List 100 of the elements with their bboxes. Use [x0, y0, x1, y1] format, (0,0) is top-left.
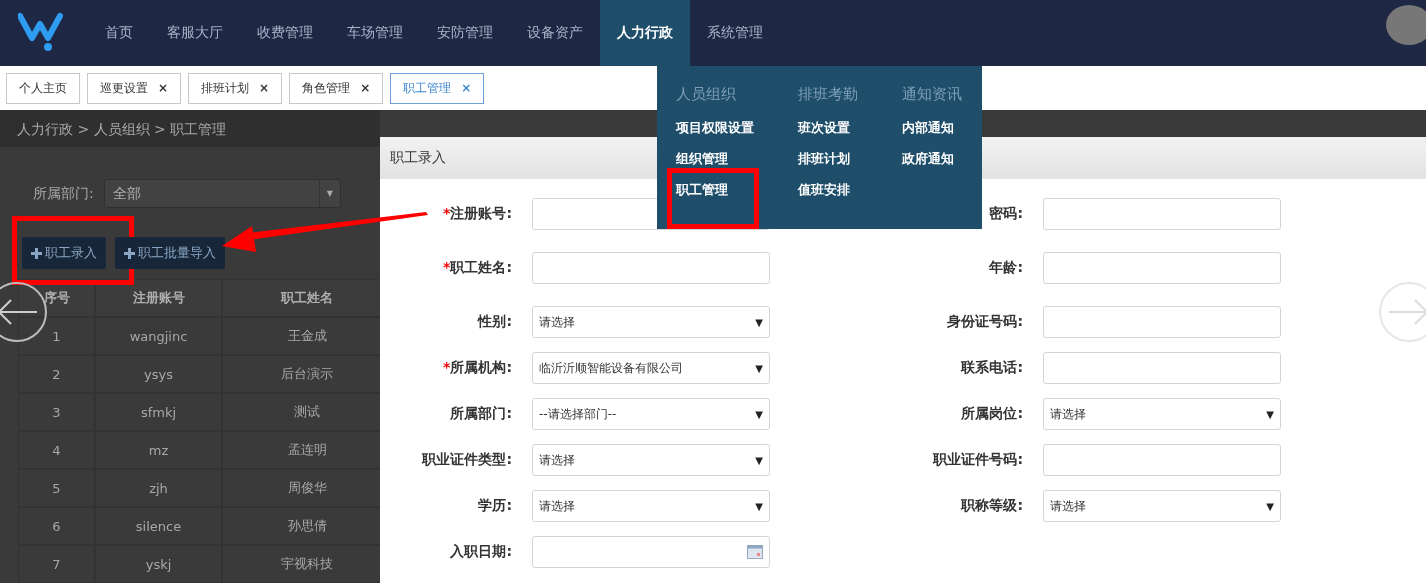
nav-item[interactable]: 客服大厅: [150, 0, 240, 66]
menu-item[interactable]: 项目权限设置: [676, 119, 754, 137]
field-label: *职工姓名:: [443, 259, 512, 277]
select-field[interactable]: --请选择部门-- ▼: [532, 398, 770, 430]
menu-item[interactable]: 班次设置: [798, 119, 850, 137]
input-field[interactable]: [532, 252, 770, 284]
table-cell: wangjinc: [95, 317, 222, 355]
table-cell: 后台演示: [222, 355, 380, 393]
field-label: 身份证号码:: [947, 313, 1023, 331]
field-label: 职业证件类型:: [422, 451, 512, 469]
menu-heading: 排班考勤: [798, 85, 858, 104]
menu-item[interactable]: 值班安排: [798, 181, 850, 199]
tab-label: 个人主页: [19, 79, 67, 97]
close-icon[interactable]: ×: [360, 81, 371, 95]
page-tab[interactable]: 个人主页: [6, 72, 80, 104]
field-label: 联系电话:: [961, 359, 1023, 377]
field-label: 学历:: [478, 497, 512, 515]
nav-item[interactable]: 设备资产: [510, 0, 600, 66]
table-cell: 孟连明: [222, 431, 380, 469]
caret-icon: ▼: [755, 454, 763, 466]
date-field[interactable]: [532, 536, 770, 568]
field-label: 所属部门:: [450, 405, 512, 423]
nav-item[interactable]: 人力行政: [600, 0, 690, 66]
page-tab[interactable]: 职工管理 ×: [390, 72, 485, 104]
menu-heading: 通知资讯: [902, 85, 962, 104]
plus-icon: [31, 247, 42, 259]
menu-heading: 人员组织: [676, 85, 736, 104]
previous-arrow-button[interactable]: [0, 282, 47, 342]
table-cell: 王金成: [222, 317, 380, 355]
table-cell: 7: [18, 545, 95, 583]
table-cell: 6: [18, 507, 95, 545]
close-icon[interactable]: ×: [158, 81, 169, 95]
field-label: *所属机构:: [443, 359, 512, 377]
field-label: 入职日期:: [450, 543, 512, 561]
field-label: 性别:: [478, 313, 512, 331]
nav-item[interactable]: 首页: [88, 0, 150, 66]
select-field[interactable]: 请选择 ▼: [1043, 490, 1281, 522]
menu-item[interactable]: 组织管理: [676, 150, 728, 168]
table-cell: ysys: [95, 355, 222, 393]
page-tab[interactable]: 巡更设置 ×: [87, 72, 182, 104]
page-tab[interactable]: 角色管理 ×: [289, 72, 384, 104]
tab-label: 排班计划: [201, 79, 250, 97]
right-arrow-icon: [1387, 297, 1426, 327]
menu-item[interactable]: 排班计划: [798, 150, 850, 168]
field-label: 职业证件号码:: [933, 451, 1023, 469]
nav-item[interactable]: 车场管理: [330, 0, 420, 66]
field-label: 密码:: [989, 205, 1023, 223]
calendar-icon: [747, 545, 763, 559]
caret-icon: ▼: [755, 500, 763, 512]
caret-icon: ▼: [755, 408, 763, 420]
table-cell: 4: [18, 431, 95, 469]
select-value: 请选择: [539, 451, 575, 469]
table-cell: 测试: [222, 393, 380, 431]
next-arrow-button[interactable]: [1379, 282, 1426, 342]
add-button[interactable]: 职工录入: [22, 237, 106, 269]
menu-item[interactable]: 政府通知: [902, 150, 954, 168]
nav-item[interactable]: 安防管理: [420, 0, 510, 66]
tab-label: 角色管理: [302, 79, 351, 97]
input-field[interactable]: [1043, 444, 1281, 476]
department-select[interactable]: 全部 ▼: [103, 179, 341, 208]
input-field[interactable]: [1043, 252, 1281, 284]
table-cell: 宇视科技: [222, 545, 380, 583]
select-field[interactable]: 临沂沂顺智能设备有限公司 ▼: [532, 352, 770, 384]
nav-item[interactable]: 系统管理: [690, 0, 780, 66]
field-label: 年龄:: [989, 259, 1023, 277]
nav-item[interactable]: 收费管理: [240, 0, 330, 66]
close-icon[interactable]: ×: [259, 81, 270, 95]
breadcrumb: 人力行政 > 人员组织 > 职工管理: [0, 110, 380, 147]
select-field[interactable]: 请选择 ▼: [532, 444, 770, 476]
select-field[interactable]: 请选择 ▼: [532, 490, 770, 522]
table-cell: mz: [95, 431, 222, 469]
page-tab[interactable]: 排班计划 ×: [188, 72, 283, 104]
menu-item[interactable]: 职工管理: [676, 181, 728, 199]
table-cell: yskj: [95, 545, 222, 583]
tab-label: 职工管理: [403, 79, 452, 97]
input-field[interactable]: [1043, 352, 1281, 384]
caret-icon: ▼: [1266, 408, 1274, 420]
select-value: --请选择部门--: [539, 405, 617, 423]
input-field[interactable]: [1043, 198, 1281, 230]
add-button[interactable]: 职工批量导入: [115, 237, 225, 269]
table-cell: 1: [18, 317, 95, 355]
table-cell: 周俊华: [222, 469, 380, 507]
table-cell: 孙思倩: [222, 507, 380, 545]
input-field[interactable]: [1043, 306, 1281, 338]
select-value: 全部: [112, 184, 141, 203]
close-icon[interactable]: ×: [461, 81, 472, 95]
table-cell: silence: [95, 507, 222, 545]
select-value: 临沂沂顺智能设备有限公司: [539, 359, 683, 377]
field-label: *注册账号:: [443, 205, 512, 223]
left-arrow-icon: [0, 297, 39, 327]
column-header: 注册账号: [95, 279, 222, 317]
filter-label: 所属部门:: [33, 184, 94, 203]
table-cell: sfmkj: [95, 393, 222, 431]
select-value: 请选择: [1050, 405, 1086, 423]
table-cell: 3: [18, 393, 95, 431]
field-label: 所属岗位:: [961, 405, 1023, 423]
select-field[interactable]: 请选择 ▼: [1043, 398, 1281, 430]
tab-label: 巡更设置: [100, 79, 148, 97]
select-field[interactable]: 请选择 ▼: [532, 306, 770, 338]
menu-item[interactable]: 内部通知: [902, 119, 954, 137]
